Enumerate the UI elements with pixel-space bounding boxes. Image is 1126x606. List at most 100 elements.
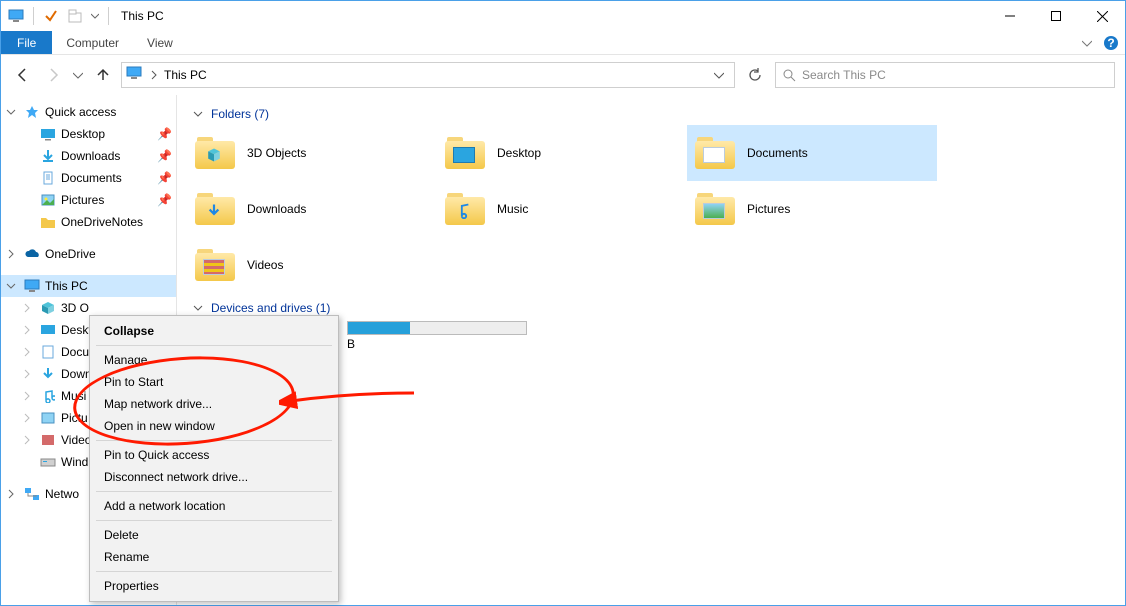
folders-section-header[interactable]: Folders (7) bbox=[191, 107, 1115, 121]
tile-label: 3D Objects bbox=[247, 146, 306, 160]
up-button[interactable] bbox=[91, 63, 115, 87]
sidebar-item-label: Docu bbox=[61, 345, 89, 359]
chevron-down-icon[interactable] bbox=[3, 107, 19, 117]
sidebar-item-label: Pictu bbox=[61, 411, 88, 425]
tile-label: Videos bbox=[247, 258, 283, 272]
sidebar-item-this-pc[interactable]: This PC bbox=[1, 275, 176, 297]
file-tab[interactable]: File bbox=[1, 31, 52, 54]
chevron-right-icon[interactable] bbox=[19, 347, 35, 357]
documents-icon bbox=[39, 171, 57, 185]
section-title: Devices and drives (1) bbox=[211, 301, 330, 315]
music-icon bbox=[443, 187, 487, 231]
tab-computer[interactable]: Computer bbox=[52, 31, 133, 54]
videos-icon bbox=[193, 243, 237, 287]
chevron-right-icon[interactable] bbox=[19, 391, 35, 401]
chevron-right-icon[interactable] bbox=[19, 325, 35, 335]
chevron-down-icon[interactable] bbox=[191, 303, 205, 313]
nav-toolbar: This PC bbox=[1, 55, 1125, 95]
close-button[interactable] bbox=[1079, 1, 1125, 31]
downloads-icon bbox=[193, 187, 237, 231]
sidebar-item-label: Wind bbox=[61, 455, 88, 469]
ctx-properties[interactable]: Properties bbox=[90, 575, 338, 597]
sidebar-item-label: OneDriveNotes bbox=[61, 215, 143, 229]
address-dropdown-icon[interactable] bbox=[708, 70, 730, 80]
sidebar-item-quick-access[interactable]: Quick access bbox=[1, 101, 176, 123]
minimize-button[interactable] bbox=[987, 1, 1033, 31]
ctx-pin-to-start[interactable]: Pin to Start bbox=[90, 371, 338, 393]
sidebar-item-label: 3D O bbox=[61, 301, 89, 315]
new-folder-qat-icon[interactable] bbox=[64, 5, 86, 27]
folder-tile-desktop[interactable]: Desktop bbox=[437, 125, 687, 181]
help-icon[interactable]: ? bbox=[1097, 31, 1125, 54]
sidebar-item-label: Video bbox=[61, 433, 91, 447]
sidebar-item-pictures[interactable]: Pictures 📌 bbox=[1, 189, 176, 211]
pin-icon: 📌 bbox=[157, 171, 172, 185]
pin-icon: 📌 bbox=[157, 149, 172, 163]
sidebar-item-label: Downloads bbox=[61, 149, 120, 163]
sidebar-item-desktop[interactable]: Desktop 📌 bbox=[1, 123, 176, 145]
separator bbox=[96, 571, 332, 572]
chevron-right-icon[interactable] bbox=[19, 303, 35, 313]
ctx-pin-to-quick-access[interactable]: Pin to Quick access bbox=[90, 444, 338, 466]
ctx-delete[interactable]: Delete bbox=[90, 524, 338, 546]
folder-tile-music[interactable]: Music bbox=[437, 181, 687, 237]
sidebar-item-label: Documents bbox=[61, 171, 122, 185]
search-icon bbox=[782, 68, 796, 82]
separator bbox=[96, 440, 332, 441]
folder-tile-pictures[interactable]: Pictures bbox=[687, 181, 937, 237]
folder-tile-documents[interactable]: Documents bbox=[687, 125, 937, 181]
folder-tile-videos[interactable]: Videos bbox=[187, 237, 437, 293]
separator bbox=[96, 520, 332, 521]
ctx-collapse[interactable]: Collapse bbox=[90, 320, 338, 342]
explorer-window: This PC File Computer View ? This PC bbox=[0, 0, 1126, 606]
sidebar-item-label: Netwo bbox=[45, 487, 79, 501]
sidebar-item-onedrive[interactable]: OneDrive bbox=[1, 243, 176, 265]
ctx-rename[interactable]: Rename bbox=[90, 546, 338, 568]
videos-icon bbox=[39, 434, 57, 446]
ctx-disconnect-network-drive[interactable]: Disconnect network drive... bbox=[90, 466, 338, 488]
refresh-button[interactable] bbox=[741, 62, 769, 88]
drives-section-header[interactable]: Devices and drives (1) bbox=[191, 301, 1115, 315]
chevron-down-icon[interactable] bbox=[3, 281, 19, 291]
search-input[interactable] bbox=[802, 68, 1108, 82]
address-bar[interactable]: This PC bbox=[121, 62, 735, 88]
properties-qat-icon[interactable] bbox=[40, 5, 62, 27]
folder-tile-3d-objects[interactable]: 3D Objects bbox=[187, 125, 437, 181]
sidebar-item-label: Musi bbox=[61, 389, 86, 403]
chevron-right-icon[interactable] bbox=[150, 70, 158, 80]
sidebar-item-documents[interactable]: Documents 📌 bbox=[1, 167, 176, 189]
tile-label: Downloads bbox=[247, 202, 306, 216]
sidebar-item-downloads[interactable]: Downloads 📌 bbox=[1, 145, 176, 167]
pin-icon: 📌 bbox=[157, 127, 172, 141]
tab-view[interactable]: View bbox=[133, 31, 187, 54]
chevron-right-icon[interactable] bbox=[19, 435, 35, 445]
back-button[interactable] bbox=[11, 63, 35, 87]
ctx-map-network-drive[interactable]: Map network drive... bbox=[90, 393, 338, 415]
ctx-open-in-new-window[interactable]: Open in new window bbox=[90, 415, 338, 437]
ribbon-tabs: File Computer View ? bbox=[1, 31, 1125, 55]
breadcrumb-this-pc[interactable]: This PC bbox=[164, 68, 207, 82]
maximize-button[interactable] bbox=[1033, 1, 1079, 31]
sidebar-item-label: OneDrive bbox=[45, 247, 96, 261]
pictures-icon bbox=[39, 412, 57, 424]
chevron-right-icon[interactable] bbox=[3, 489, 19, 499]
sidebar-item-label: Down bbox=[61, 367, 92, 381]
sidebar-item-onedrivenotes[interactable]: OneDriveNotes bbox=[1, 211, 176, 233]
search-box[interactable] bbox=[775, 62, 1115, 88]
downloads-icon bbox=[39, 149, 57, 163]
recent-locations-icon[interactable] bbox=[71, 63, 85, 87]
qat-dropdown-icon[interactable] bbox=[88, 5, 102, 27]
pictures-icon bbox=[693, 187, 737, 231]
this-pc-icon bbox=[126, 66, 144, 84]
ctx-add-network-location[interactable]: Add a network location bbox=[90, 495, 338, 517]
tile-label: Documents bbox=[747, 146, 808, 160]
chevron-down-icon[interactable] bbox=[191, 109, 205, 119]
quick-access-toolbar bbox=[1, 5, 113, 27]
forward-button[interactable] bbox=[41, 63, 65, 87]
chevron-right-icon[interactable] bbox=[3, 249, 19, 259]
ribbon-expand-icon[interactable] bbox=[1077, 31, 1097, 54]
ctx-manage[interactable]: Manage bbox=[90, 349, 338, 371]
folder-tile-downloads[interactable]: Downloads bbox=[187, 181, 437, 237]
chevron-right-icon[interactable] bbox=[19, 413, 35, 423]
chevron-right-icon[interactable] bbox=[19, 369, 35, 379]
